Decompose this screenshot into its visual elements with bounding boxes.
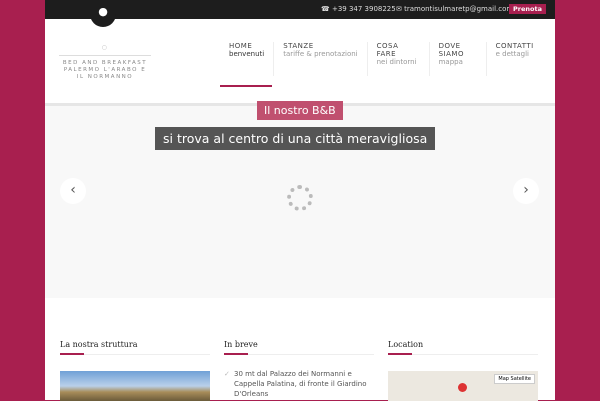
nav-dove-siamo[interactable]: DOVE SIAMO mappa (428, 42, 486, 76)
nav-cosa-fare[interactable]: COSA FARE nei dintorni (366, 42, 429, 76)
book-button[interactable]: Prenota (509, 4, 546, 14)
logo-mark: ○ (101, 44, 109, 51)
section-struttura: La nostra struttura (60, 340, 210, 401)
top-bar: ● ☎ +39 347 3908225 ✉ tramontisulmaretp@… (45, 0, 555, 27)
page: ● ☎ +39 347 3908225 ✉ tramontisulmaretp@… (45, 0, 555, 401)
nav-stanze[interactable]: STANZE tariffe & prenotazioni (273, 42, 366, 76)
main-nav: HOME benvenuti STANZE tariffe & prenotazio… (220, 42, 543, 76)
section-breve: In breve ✓ 30 mt dal Palazzo dei Normanni… (224, 340, 374, 399)
mail-icon: ✉ (396, 5, 405, 13)
phone[interactable]: ☎ +39 347 3908225 (321, 5, 396, 13)
logo-line: IL NORMANNO (76, 74, 134, 80)
phone-icon: ☎ (321, 5, 332, 13)
chevron-right-icon[interactable]: › (513, 178, 539, 204)
section-location: Location Map Satellite (388, 340, 538, 401)
slide-caption-2: si trova al centro di una città meravigl… (155, 127, 436, 150)
map-type-buttons[interactable]: Map Satellite (494, 374, 535, 384)
chevron-left-icon[interactable]: ‹ (60, 178, 86, 204)
nav-contatti[interactable]: CONTATTI e dettagli (485, 42, 543, 76)
logo[interactable]: ○ BED AND BREAKFAST PALERMO L'ARABO E IL… (59, 44, 151, 81)
nav-home[interactable]: HOME benvenuti (220, 42, 273, 76)
loading-spinner-icon (287, 185, 313, 211)
location-pin-icon[interactable]: ● (90, 0, 116, 27)
map[interactable]: Map Satellite (388, 371, 538, 401)
email[interactable]: ✉ tramontisulmaretp@gmail.com (396, 5, 513, 13)
map-marker-icon[interactable] (458, 383, 467, 392)
slide-caption-1: Il nostro B&B (257, 101, 343, 120)
list-item: ✓ 30 mt dal Palazzo dei Normanni e Cappel… (224, 370, 367, 398)
section-title: La nostra struttura (60, 340, 210, 355)
check-icon: ✓ (224, 370, 230, 378)
structure-photo[interactable] (60, 371, 210, 401)
logo-line: PALERMO L'ARABO E (63, 67, 147, 73)
nav-active-indicator (220, 85, 272, 87)
logo-line: BED AND BREAKFAST (62, 60, 148, 66)
section-title: Location (388, 340, 538, 355)
section-title: In breve (224, 340, 374, 355)
